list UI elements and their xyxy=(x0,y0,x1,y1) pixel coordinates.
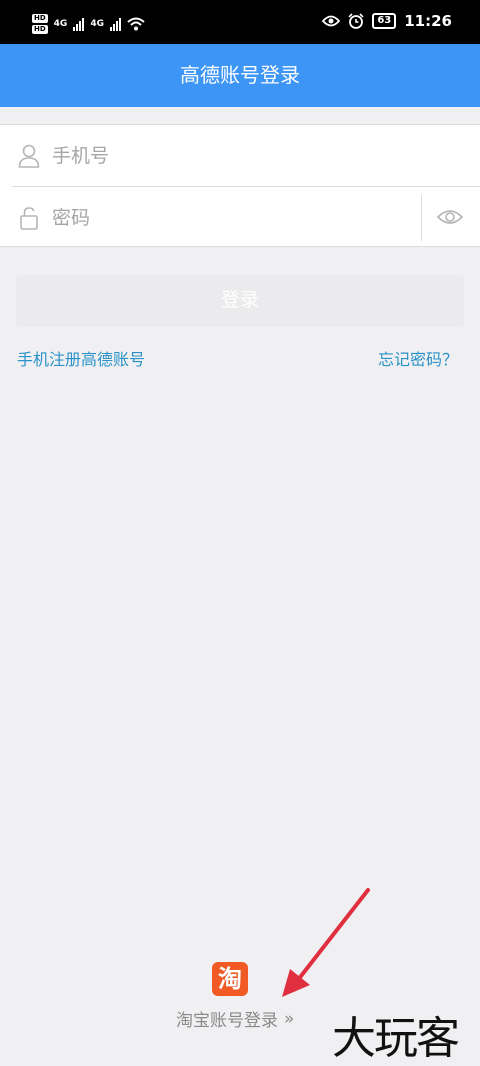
field-separator xyxy=(421,195,422,241)
user-icon xyxy=(18,144,40,168)
register-link[interactable]: 手机注册高德账号 xyxy=(17,346,145,370)
phone-input[interactable] xyxy=(52,135,392,176)
login-form xyxy=(0,124,480,247)
forgot-password-link[interactable]: 忘记密码？ xyxy=(378,346,458,370)
login-button[interactable]: 登录 xyxy=(16,275,464,327)
network-type-1: 4G xyxy=(53,19,68,29)
battery-indicator: 63 xyxy=(372,13,397,29)
show-password-icon[interactable] xyxy=(436,205,464,229)
double-chevron-icon: » xyxy=(284,1008,295,1029)
watermark: 大玩客 xyxy=(332,1013,460,1064)
signal-icon xyxy=(73,17,85,31)
status-left: HD HD 4G 4G xyxy=(32,14,145,34)
hd-badge: HD xyxy=(32,14,48,23)
network-type-2: 4G xyxy=(90,19,104,29)
signal-icon-2 xyxy=(109,17,121,31)
phone-row xyxy=(0,125,480,186)
annotation-arrow-icon xyxy=(282,888,370,997)
page-title: 高德账号登录 xyxy=(0,44,480,107)
password-row xyxy=(0,187,480,248)
eye-comfort-icon xyxy=(322,15,341,27)
status-bar: HD HD 4G 4G 63 11:26 xyxy=(0,0,480,44)
hd-badge-2: HD xyxy=(32,25,48,34)
clock: 11:26 xyxy=(404,12,452,30)
lock-icon xyxy=(20,206,38,230)
taobao-logo[interactable]: 淘 xyxy=(212,962,248,996)
password-input[interactable] xyxy=(52,197,392,238)
alarm-icon xyxy=(348,13,364,29)
taobao-login-link[interactable]: 淘宝账号登录 » xyxy=(176,1006,295,1032)
status-right: 63 11:26 xyxy=(322,12,452,30)
wifi-icon xyxy=(127,17,145,31)
taobao-login-label: 淘宝账号登录 xyxy=(176,1011,278,1031)
